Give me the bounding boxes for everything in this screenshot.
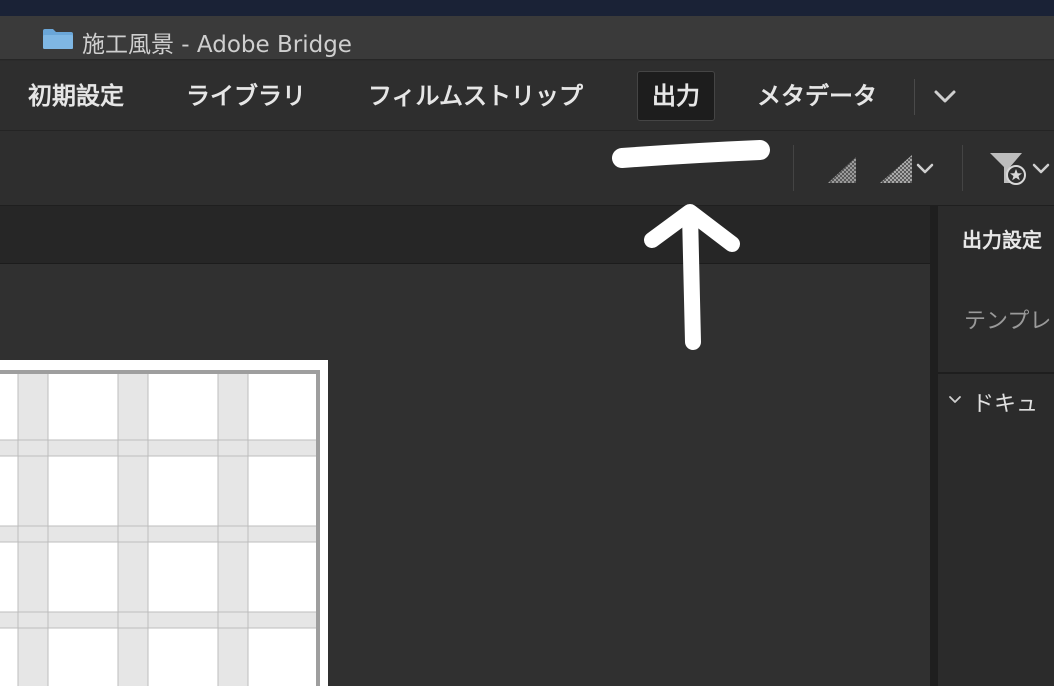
workspace-tab-essentials[interactable]: 初期設定	[28, 71, 124, 121]
window-title: 施工風景 - Adobe Bridge	[82, 32, 352, 58]
sort-quality-icon[interactable]	[826, 153, 860, 185]
output-settings-panel: 出力設定 テンプレ ドキュ	[938, 206, 1054, 686]
workspace-separator	[914, 79, 915, 115]
template-label: テンプレ	[964, 309, 1052, 334]
window-titlebar: 施工風景 - Adobe Bridge	[0, 16, 1054, 60]
toolbar-separator	[962, 145, 963, 191]
grid-image	[0, 360, 328, 686]
panel-title: 出力設定	[962, 228, 1042, 252]
workspace-tab-output[interactable]: 出力	[637, 71, 715, 121]
thumbnail-quality-icon[interactable]	[878, 153, 940, 185]
panel-splitter[interactable]	[930, 206, 938, 686]
workspace-tab-filmstrip[interactable]: フィルムストリップ	[368, 71, 583, 121]
folder-icon	[43, 29, 73, 49]
content-panel-header	[0, 206, 930, 264]
workspace-bar: 初期設定 ライブラリ フィルムストリップ 出力 メタデータ	[0, 61, 1054, 131]
toolbar-separator	[793, 145, 794, 191]
thumbnail-preview[interactable]	[0, 360, 328, 686]
panel-divider	[938, 372, 1054, 374]
toolbar	[0, 131, 1054, 206]
chevron-down-icon[interactable]	[930, 83, 960, 109]
desktop-strip	[0, 0, 1054, 16]
document-section-header[interactable]: ドキュ	[972, 386, 1038, 418]
chevron-down-icon[interactable]	[948, 394, 962, 406]
workspace-tab-library[interactable]: ライブラリ	[186, 71, 306, 121]
filter-rating-icon[interactable]	[988, 149, 1054, 189]
workspace-tab-metadata[interactable]: メタデータ	[757, 71, 877, 121]
